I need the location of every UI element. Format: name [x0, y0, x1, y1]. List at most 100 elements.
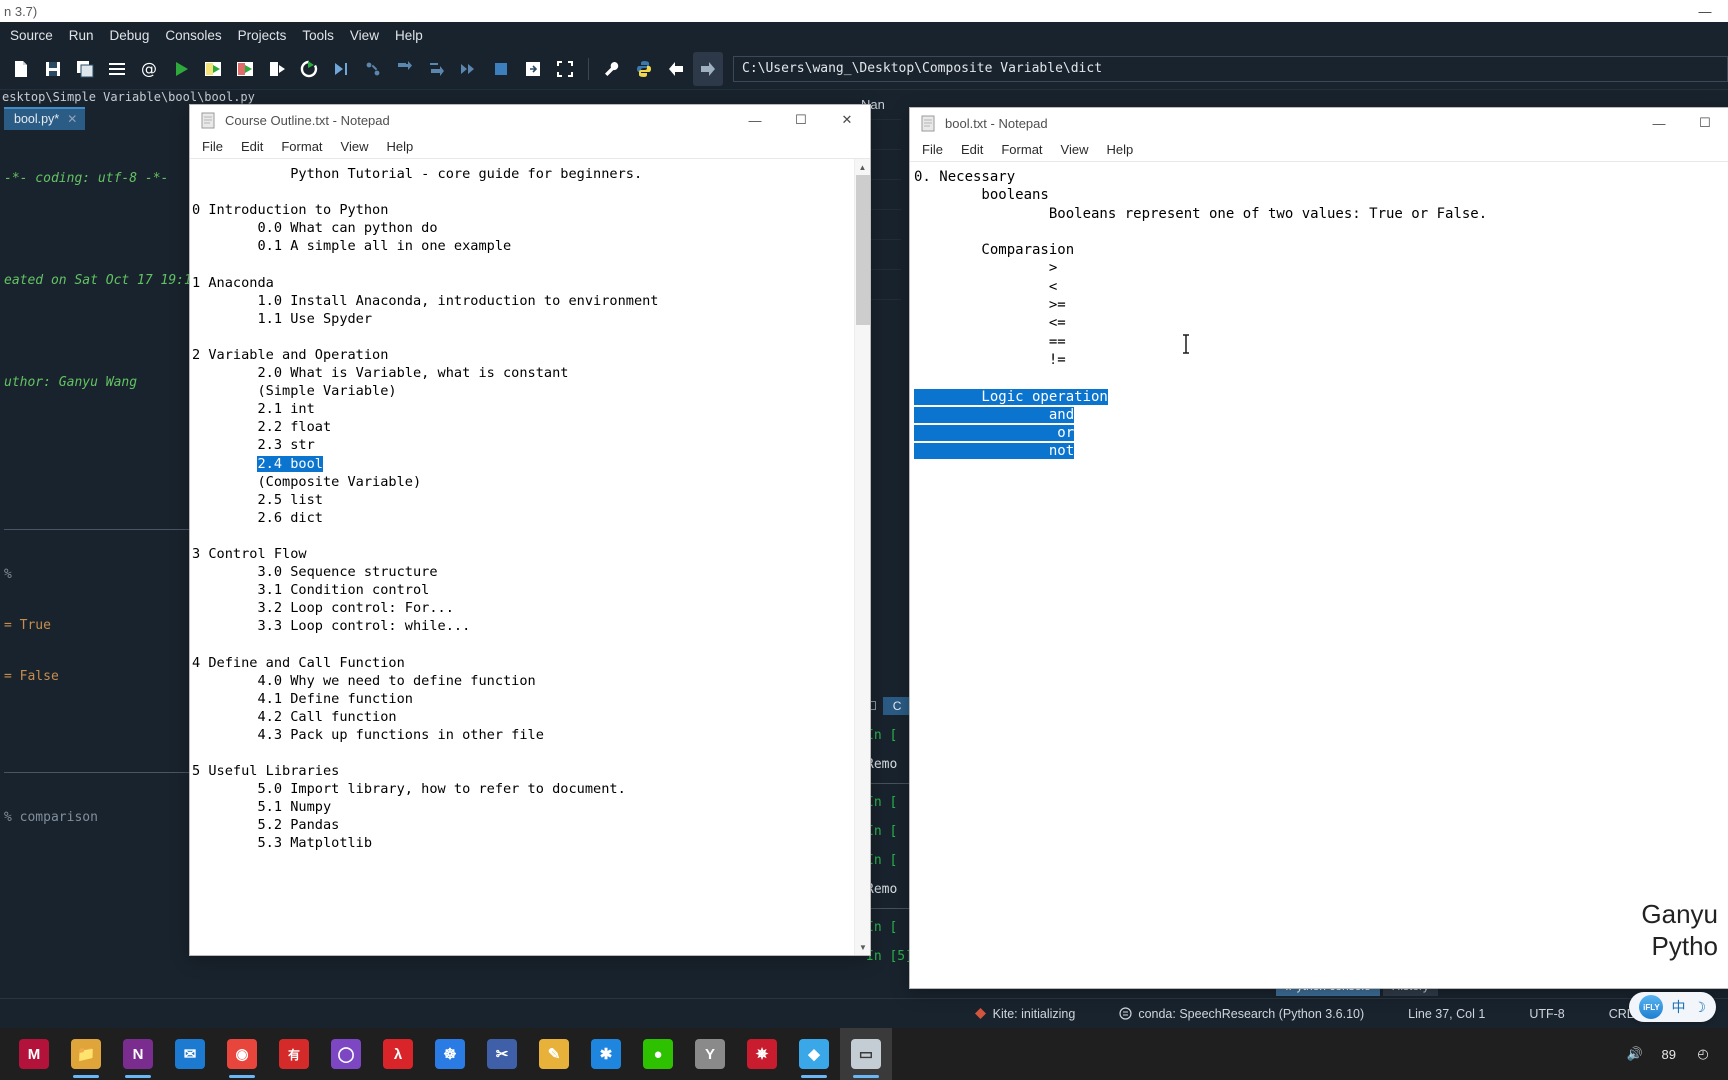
status-encoding: UTF-8 [1529, 1006, 1565, 1021]
menu-file[interactable]: File [922, 142, 943, 157]
working-directory-field[interactable]: C:\Users\wang_\Desktop\Composite Variabl… [733, 55, 1728, 82]
rerun-icon[interactable] [294, 52, 324, 86]
scrollbar-thumb[interactable] [856, 175, 870, 325]
run-cell-advance-icon[interactable] [230, 52, 260, 86]
menu-run[interactable]: Run [69, 28, 94, 43]
taskbar-item-baidu-netdisk[interactable]: ☸ [424, 1028, 476, 1080]
spyder-menubar: Source Run Debug Consoles Projects Tools… [0, 22, 1728, 48]
taskbar-item-onenote[interactable]: N [112, 1028, 164, 1080]
run-file-icon[interactable] [166, 52, 196, 86]
notepad-course-outline-window[interactable]: Course Outline.txt - Notepad — ☐ ✕ File … [190, 105, 870, 955]
taskbar-item-chrome[interactable]: ◉ [216, 1028, 268, 1080]
run-cell-icon[interactable] [198, 52, 228, 86]
fullscreen-icon[interactable] [550, 52, 580, 86]
maximize-icon[interactable]: ☐ [1682, 108, 1728, 138]
moon-icon[interactable]: ☽ [1693, 999, 1706, 1016]
step-return-icon[interactable] [454, 52, 484, 86]
notepad-outline-menubar: File Edit Format View Help [190, 135, 870, 159]
bool-selected-line: and [914, 406, 1075, 423]
spyder-titlebar: n 3.7) — [0, 0, 1728, 22]
taskbar-item-purple-app[interactable]: ◯ [320, 1028, 372, 1080]
ime-indicator[interactable]: iFLY 中 ☽ [1629, 992, 1716, 1022]
taskbar-item-anime-app[interactable]: ◆ [788, 1028, 840, 1080]
menu-consoles[interactable]: Consoles [165, 28, 221, 43]
taskbar-item-yandex[interactable]: Y [684, 1028, 736, 1080]
close-icon[interactable]: ✕ [824, 105, 870, 135]
step-over-icon[interactable] [390, 52, 420, 86]
menu-edit[interactable]: Edit [241, 139, 263, 154]
spyder-window-controls: — [1682, 0, 1728, 22]
taskbar-item-youdao[interactable]: 有 [268, 1028, 320, 1080]
menu-help[interactable]: Help [386, 139, 413, 154]
editor-tab-bool-py[interactable]: bool.py* ✕ [4, 107, 86, 130]
step-into-icon[interactable] [422, 52, 452, 86]
ifly-icon[interactable]: iFLY [1639, 995, 1664, 1019]
ime-language-label[interactable]: 中 [1671, 997, 1685, 1017]
menu-source[interactable]: Source [10, 28, 53, 43]
speaker-icon[interactable]: 🔊 [1624, 1043, 1646, 1065]
notepad-outline-scrollbar[interactable]: ▲ ▼ [854, 159, 870, 955]
outline-text-after: (Composite Variable) 2.5 list 2.6 dict 3… [192, 473, 626, 852]
notepad-bool-titlebar[interactable]: bool.txt - Notepad — ☐ [910, 108, 1728, 138]
menu-view[interactable]: View [341, 139, 369, 154]
svg-text:@: @ [141, 59, 157, 78]
run-to-line-icon[interactable] [326, 52, 356, 86]
back-icon[interactable] [661, 52, 691, 86]
taskbar-item-file-explorer[interactable]: 📁 [60, 1028, 112, 1080]
taskbar-item-acrobat[interactable]: λ [372, 1028, 424, 1080]
text-cursor-icon [1180, 333, 1192, 360]
taskbar-item-snipaste[interactable]: ✂ [476, 1028, 528, 1080]
save-all-icon[interactable] [70, 52, 100, 86]
debug-icon[interactable] [358, 52, 388, 86]
menu-view[interactable]: View [350, 28, 379, 43]
kite-icon [974, 1008, 986, 1019]
taskbar-item-bluetooth[interactable]: ✱ [580, 1028, 632, 1080]
minimize-icon[interactable]: — [1682, 0, 1728, 22]
bool-text-before: 0. Necessary booleans Booleans represent… [914, 169, 1488, 368]
menu-format[interactable]: Format [281, 139, 322, 154]
stop-debug-icon[interactable] [486, 52, 516, 86]
forward-icon[interactable] [693, 51, 723, 86]
run-selection-icon[interactable] [262, 52, 292, 86]
list-icon[interactable] [102, 52, 132, 86]
notepad-bool-text[interactable]: 0. Necessary booleans Booleans represent… [910, 162, 1728, 988]
file-explorer-icon: 📁 [71, 1039, 101, 1069]
python-path-icon[interactable] [629, 52, 659, 86]
minimize-icon[interactable]: — [732, 105, 778, 135]
snipaste-icon: ✂ [487, 1039, 517, 1069]
new-file-icon[interactable] [6, 52, 36, 86]
taskbar-item-mendeley[interactable]: M [8, 1028, 60, 1080]
save-file-icon[interactable] [38, 52, 68, 86]
taskbar-item-notepad[interactable]: ▭ [840, 1028, 892, 1080]
notepad-outline-titlebar[interactable]: Course Outline.txt - Notepad — ☐ ✕ [190, 105, 870, 135]
menu-format[interactable]: Format [1001, 142, 1042, 157]
taskbar-item-spider-app[interactable]: ✵ [736, 1028, 788, 1080]
maximize-pane-icon[interactable] [518, 52, 548, 86]
close-icon[interactable]: ✕ [67, 112, 77, 126]
at-icon[interactable]: @ [134, 52, 164, 86]
maximize-icon[interactable]: ☐ [778, 105, 824, 135]
notepad-outline-window-controls: — ☐ ✕ [732, 105, 870, 135]
preferences-icon[interactable] [597, 52, 627, 86]
taskbar-item-wechat[interactable]: ● [632, 1028, 684, 1080]
menu-view[interactable]: View [1061, 142, 1089, 157]
scroll-down-icon[interactable]: ▼ [855, 939, 871, 955]
ipython-console-tab[interactable]: C [882, 697, 912, 715]
menu-help[interactable]: Help [1106, 142, 1133, 157]
notepad-outline-text[interactable]: Python Tutorial - core guide for beginne… [190, 159, 870, 955]
notepad-bool-window[interactable]: bool.txt - Notepad — ☐ File Edit Format … [910, 108, 1728, 988]
menu-projects[interactable]: Projects [238, 28, 287, 43]
menu-edit[interactable]: Edit [961, 142, 983, 157]
network-icon[interactable]: ◴ [1692, 1043, 1714, 1065]
menu-tools[interactable]: Tools [302, 28, 334, 43]
watermark-line-1: Ganyu [1641, 899, 1718, 929]
menu-file[interactable]: File [202, 139, 223, 154]
scroll-up-icon[interactable]: ▲ [855, 159, 870, 175]
notepad-icon [200, 112, 217, 129]
taskbar-item-mail[interactable]: ✉ [164, 1028, 216, 1080]
taskbar-item-notes[interactable]: ✎ [528, 1028, 580, 1080]
bool-selected-line: or [914, 425, 1075, 442]
menu-debug[interactable]: Debug [110, 28, 150, 43]
minimize-icon[interactable]: — [1636, 108, 1682, 138]
menu-help[interactable]: Help [395, 28, 423, 43]
